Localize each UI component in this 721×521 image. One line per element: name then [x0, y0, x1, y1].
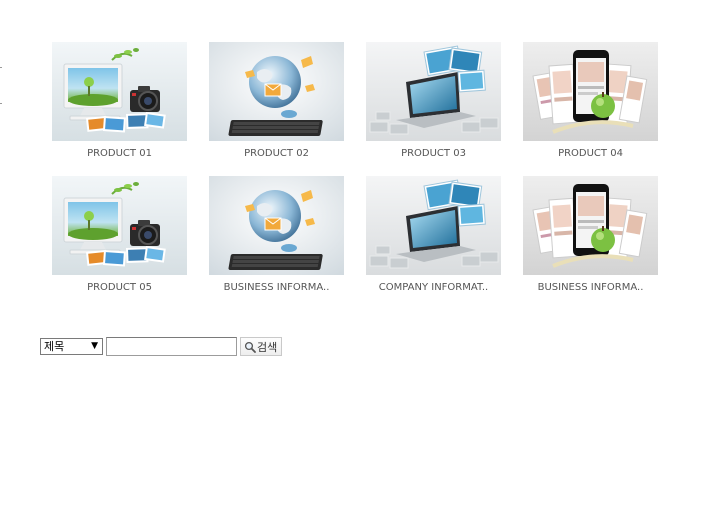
gallery-item[interactable]: BUSINESS INFORMA..: [209, 176, 344, 310]
product-thumbnail[interactable]: [523, 42, 658, 141]
product-image: [209, 176, 344, 275]
gallery-item-caption[interactable]: PRODUCT 03: [366, 147, 501, 160]
search-field-select[interactable]: 제목 ▼: [40, 338, 103, 355]
gallery-item[interactable]: BUSINESS INFORMA..: [523, 176, 658, 310]
search-button-label: 검색: [257, 340, 278, 354]
search-button[interactable]: 검색: [240, 337, 283, 356]
select-value: 제목: [44, 340, 65, 353]
gallery-item[interactable]: PRODUCT 04: [523, 42, 658, 176]
gallery-item-caption[interactable]: PRODUCT 04: [523, 147, 658, 160]
board-gallery-page: PRODUCT 01 PRODUCT 02 PRODUCT 03 PRODUCT…: [0, 0, 721, 521]
product-image: [523, 176, 658, 275]
product-image: [523, 42, 658, 141]
product-image: [52, 176, 187, 275]
product-image: [209, 42, 344, 141]
product-thumbnail[interactable]: [209, 42, 344, 141]
gallery-item-caption[interactable]: COMPANY INFORMAT..: [366, 281, 501, 294]
product-thumbnail[interactable]: [366, 176, 501, 275]
gallery-item-caption[interactable]: PRODUCT 05: [52, 281, 187, 294]
dropdown-arrow-icon: ▼: [91, 341, 98, 351]
search-input[interactable]: [106, 337, 237, 356]
edge-mark: [0, 103, 2, 104]
product-gallery: PRODUCT 01 PRODUCT 02 PRODUCT 03 PRODUCT…: [52, 42, 658, 310]
search-form: 제목 ▼ 검색: [40, 337, 283, 356]
gallery-item-caption[interactable]: BUSINESS INFORMA..: [523, 281, 658, 294]
gallery-item[interactable]: COMPANY INFORMAT..: [366, 176, 501, 310]
product-thumbnail[interactable]: [52, 42, 187, 141]
product-thumbnail[interactable]: [366, 42, 501, 141]
gallery-item-caption[interactable]: PRODUCT 02: [209, 147, 344, 160]
gallery-item-caption[interactable]: BUSINESS INFORMA..: [209, 281, 344, 294]
product-thumbnail[interactable]: [209, 176, 344, 275]
search-icon: [244, 341, 256, 353]
gallery-item[interactable]: PRODUCT 02: [209, 42, 344, 176]
gallery-item-caption[interactable]: PRODUCT 01: [52, 147, 187, 160]
product-thumbnail[interactable]: [523, 176, 658, 275]
product-image: [366, 42, 501, 141]
product-thumbnail[interactable]: [52, 176, 187, 275]
gallery-item[interactable]: PRODUCT 03: [366, 42, 501, 176]
product-image: [52, 42, 187, 141]
gallery-item[interactable]: PRODUCT 05: [52, 176, 187, 310]
edge-mark: [0, 67, 2, 68]
product-image: [366, 176, 501, 275]
gallery-item[interactable]: PRODUCT 01: [52, 42, 187, 176]
